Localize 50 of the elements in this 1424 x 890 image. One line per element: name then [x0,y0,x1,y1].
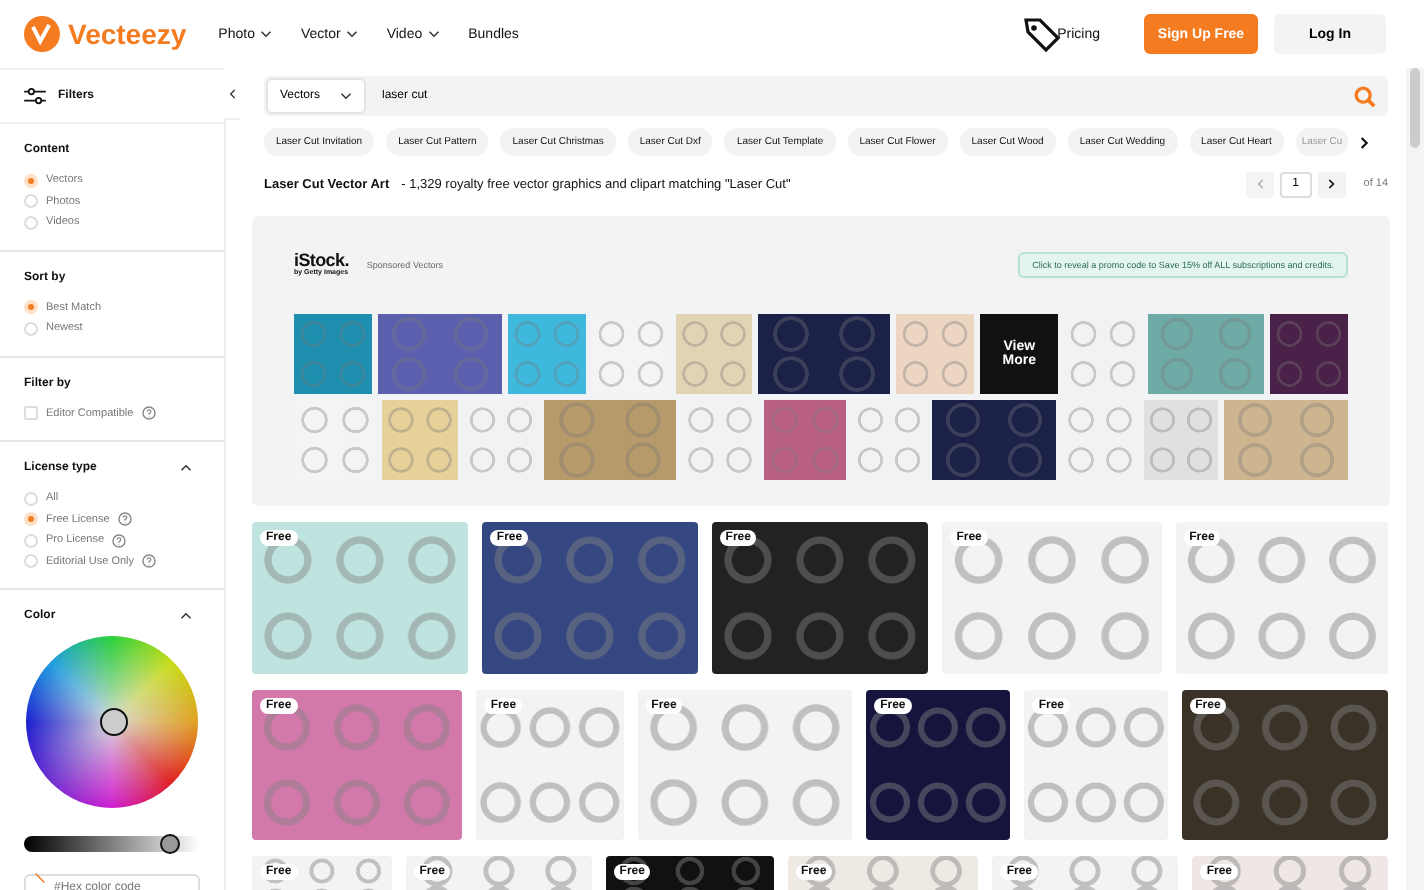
radio-button[interactable] [24,533,38,548]
image-placeholder[interactable] [896,314,975,394]
radio-button[interactable] [24,173,38,188]
image-placeholder[interactable] [932,400,1057,480]
chevron-left-icon [228,87,236,99]
image-placeholder[interactable] [1143,400,1218,480]
chevron-right-icon [1327,178,1336,190]
color-picker-handle[interactable] [100,708,128,736]
chevron-left-icon [1255,178,1264,190]
chevron-down-icon [428,30,441,38]
no-color-icon [34,872,46,884]
logo-icon[interactable] [24,16,60,52]
radio-button[interactable] [24,554,38,569]
image-placeholder[interactable] [1223,400,1349,480]
radio-button[interactable] [24,491,38,506]
radio-button[interactable] [24,512,38,527]
price-tag-icon[interactable] [1021,14,1062,54]
image-placeholder[interactable] [1147,314,1265,394]
chevron-up-icon[interactable] [180,612,192,620]
image-placeholder[interactable] [543,400,677,480]
image-placeholder[interactable] [507,314,586,394]
help-icon[interactable] [142,554,157,569]
chevron-up-icon[interactable] [180,464,192,472]
image-placeholder[interactable] [382,400,458,480]
chevron-down-icon [260,30,273,38]
previous-page-button[interactable] [1245,171,1274,197]
image-placeholder[interactable] [675,314,753,394]
image-placeholder[interactable] [758,314,891,394]
slider-thumb[interactable] [160,834,181,854]
image-placeholder[interactable] [294,314,372,394]
radio-button[interactable] [24,194,38,209]
help-icon[interactable] [117,512,132,527]
next-page-button[interactable] [1317,171,1346,197]
brightness-slider[interactable] [24,836,200,852]
chevron-down-icon [340,92,353,100]
image-placeholder[interactable] [1270,314,1349,394]
help-icon[interactable] [141,406,156,421]
radio-button[interactable] [24,215,38,230]
sliders-icon [24,87,46,105]
radio-button[interactable] [24,321,38,336]
image-placeholder[interactable] [377,314,502,394]
radio-button[interactable] [24,300,38,315]
checkbox[interactable] [24,406,38,421]
help-icon[interactable] [112,533,127,548]
brand-logo-text: iStock. [294,251,349,270]
image-placeholder[interactable] [763,400,846,480]
chevron-down-icon [346,30,359,38]
scrollbar[interactable] [1406,68,1424,890]
search-icon[interactable] [1354,85,1376,107]
chevron-right-icon[interactable] [1360,135,1371,149]
